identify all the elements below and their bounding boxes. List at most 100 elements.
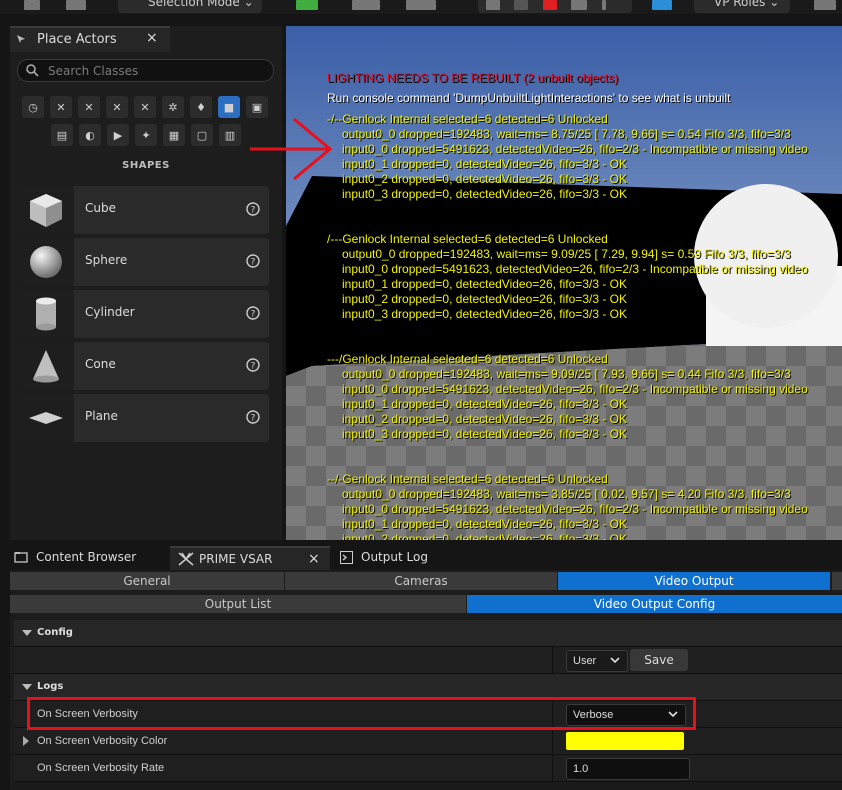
settings-icon[interactable] [814, 0, 836, 10]
save-icon[interactable] [24, 0, 40, 10]
vp-roles-dropdown[interactable]: VP Roles ⌄ [694, 0, 790, 13]
shape-item-cylinder[interactable]: Cylinder ? [18, 290, 269, 338]
media-icon[interactable]: ▶ [107, 124, 129, 146]
search-classes-field[interactable] [17, 59, 274, 82]
panel-icon-glyph: ▢ [196, 128, 208, 142]
level-viewport[interactable]: LIGHTING NEEDS TO BE REBUILT (2 unbuilt … [286, 26, 842, 540]
cinematic-icon[interactable]: ✕ [106, 96, 128, 118]
place-actors-icon [17, 35, 25, 43]
genlock-line: input0_3 dropped=0, detectedVideo=26, fi… [342, 427, 627, 441]
save-button[interactable]: Save [630, 649, 688, 671]
add-actor-icon[interactable] [296, 0, 318, 10]
collapse-arrow-icon [22, 630, 32, 636]
tab-content-browser[interactable]: Content Browser [10, 546, 170, 570]
genlock-line: input0_2 dropped=0, detectedVideo=26, fi… [342, 172, 627, 186]
shape-item-sphere[interactable]: Sphere ? [18, 238, 269, 286]
tab-place-actors[interactable]: Place Actors × [10, 26, 170, 52]
svg-text:?: ? [251, 258, 256, 268]
search-input[interactable] [46, 62, 270, 80]
pause-icon[interactable] [486, 0, 500, 10]
lighting-info: Run console command 'DumpUnbuiltLightInt… [327, 91, 731, 105]
close-icon[interactable]: × [146, 30, 158, 46]
basic-icon-glyph: ✕ [56, 100, 66, 114]
help-icon[interactable]: ? [246, 410, 260, 424]
property-label: On Screen Verbosity Color [37, 735, 168, 747]
help-icon[interactable]: ? [246, 202, 260, 216]
menu-icon[interactable] [571, 0, 587, 10]
genlock-header: /---Genlock Internal selected=6 detected… [327, 232, 608, 246]
cinematics-icon[interactable] [406, 0, 436, 10]
tab-cameras[interactable]: Cameras [285, 572, 558, 590]
plane-icon [18, 394, 74, 442]
column-divider [552, 728, 553, 754]
genlock-line: input0_2 dropped=0, detectedVideo=26, fi… [342, 292, 627, 306]
shapes-cube-icon-glyph: ■ [223, 100, 235, 114]
visual-effects-icon[interactable]: ✕ [134, 96, 156, 118]
help-icon[interactable]: ? [246, 254, 260, 268]
particles-icon[interactable]: ✦ [135, 124, 157, 146]
expand-arrow-icon[interactable] [23, 736, 29, 746]
sphere-icon [18, 238, 74, 286]
lightbulb-icon[interactable]: ♦ [190, 96, 212, 118]
verbosity-color-swatch[interactable] [566, 732, 684, 750]
svg-text:?: ? [251, 362, 256, 372]
verbosity-rate-value: 1.0 [573, 763, 589, 775]
shape-item-plane[interactable]: Plane ? [18, 394, 269, 442]
sphere-cap-icon[interactable]: ◐ [79, 124, 101, 146]
property-on-screen-verbosity-color: On Screen Verbosity Color [14, 728, 842, 755]
shape-item-cube[interactable]: Cube ? [18, 186, 269, 234]
category-title: Logs [37, 681, 64, 692]
shape-label: Cube [85, 201, 116, 215]
volumes-icon[interactable]: ▣ [246, 96, 268, 118]
vr-icon[interactable] [652, 0, 672, 10]
user-combo[interactable]: User [566, 650, 628, 672]
film-icon[interactable]: ▤ [51, 124, 73, 146]
property-on-screen-verbosity-rate: On Screen Verbosity Rate 1.0 [14, 755, 842, 782]
more-options-icon[interactable] [602, 0, 606, 10]
category-config[interactable]: Config [14, 620, 842, 647]
genlock-line: input0_1 dropped=0, detectedVideo=26, fi… [342, 517, 627, 531]
blueprint-icon[interactable] [352, 0, 380, 10]
blocks-icon[interactable]: ▦ [163, 124, 185, 146]
layers-icon[interactable]: ▥ [219, 124, 241, 146]
tab-output-log[interactable]: Output Log [332, 546, 482, 570]
tab-video-output-config[interactable]: Video Output Config [467, 595, 842, 613]
genlock-line: output0_0 dropped=192483, wait=ms= 3.85/… [342, 487, 791, 501]
genlock-line: output0_0 dropped=192483, wait=ms= 9.09/… [342, 367, 791, 381]
cylinder-icon [18, 290, 74, 338]
skip-icon[interactable] [514, 0, 528, 10]
shape-item-cone[interactable]: Cone ? [18, 342, 269, 390]
media-icon-glyph: ▶ [113, 128, 123, 142]
panel-icon[interactable]: ▢ [191, 124, 213, 146]
shapes-cube-icon[interactable]: ■ [218, 96, 240, 118]
annotation-highlight-box [27, 697, 696, 730]
property-label: On Screen Verbosity Rate [37, 762, 165, 774]
shape-label: Sphere [85, 253, 128, 267]
svg-text:?: ? [251, 310, 256, 320]
verbosity-rate-input[interactable]: 1.0 [566, 758, 690, 780]
genlock-line: output0_0 dropped=192483, wait=ms= 9.09/… [342, 247, 791, 261]
tab-label: Content Browser [36, 550, 137, 564]
chevron-down-icon [610, 657, 620, 664]
shape-label: Plane [85, 409, 118, 423]
category-title: Config [37, 627, 73, 638]
recent-icon[interactable]: ◷ [22, 96, 44, 118]
help-icon[interactable]: ? [246, 358, 260, 372]
tab-general[interactable]: General [10, 572, 285, 590]
blocks-icon-glyph: ▦ [168, 128, 180, 142]
geometry-icon[interactable]: ✲ [162, 96, 184, 118]
lights-icon[interactable]: ✕ [78, 96, 100, 118]
tab-label: Output Log [361, 550, 428, 564]
basic-icon[interactable]: ✕ [50, 96, 72, 118]
stop-icon[interactable] [543, 0, 557, 10]
close-icon[interactable]: × [308, 551, 320, 567]
tab-video-output[interactable]: Video Output [558, 572, 831, 590]
tab-overflow[interactable] [832, 572, 842, 590]
tab-prime-vsar[interactable]: PRIME VSAR × [170, 546, 330, 570]
help-icon[interactable]: ? [246, 306, 260, 320]
selection-mode-dropdown[interactable]: Selection Mode ⌄ [118, 0, 262, 13]
genlock-line: input0_1 dropped=0, detectedVideo=26, fi… [342, 397, 627, 411]
tab-output-list[interactable]: Output List [10, 595, 467, 613]
genlock-line: input0_3 dropped=0, detectedVideo=26, fi… [342, 307, 627, 321]
browse-icon[interactable] [66, 0, 86, 10]
